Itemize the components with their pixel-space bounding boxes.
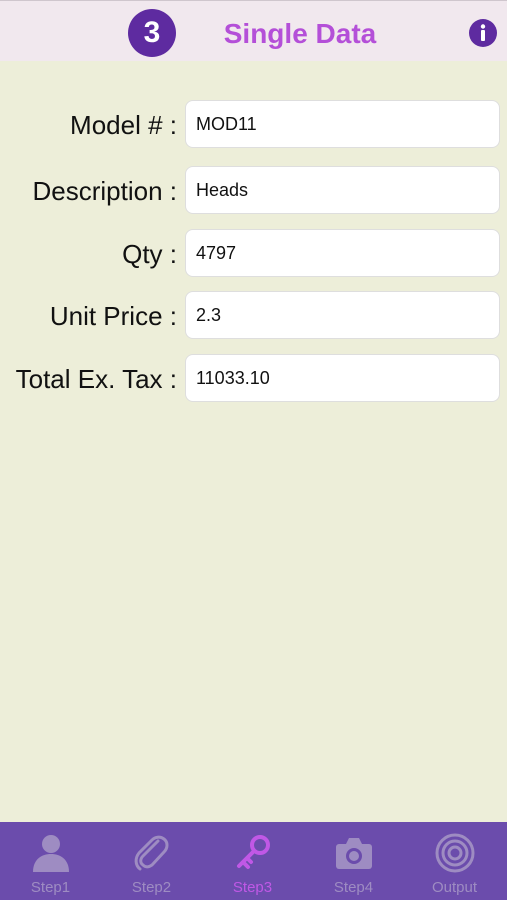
target-icon <box>435 833 475 873</box>
qty-label: Qty : <box>122 239 177 269</box>
total-ex-tax-label: Total Ex. Tax : <box>15 364 177 394</box>
qty-row: Qty : <box>0 229 507 279</box>
tab-step1-label: Step1 <box>30 879 71 896</box>
key-icon <box>237 835 270 869</box>
tab-step1[interactable]: Step1 <box>0 822 101 900</box>
unit-price-row: Unit Price : <box>0 291 507 341</box>
total-ex-tax-input[interactable] <box>185 354 500 402</box>
page-title: Single Data <box>223 18 377 49</box>
unit-price-label: Unit Price : <box>49 301 177 331</box>
tab-bar: Step1 Step2 Step3 Step4 Output <box>0 822 507 900</box>
paperclip-icon <box>134 835 169 871</box>
tab-step3[interactable]: Step3 <box>202 822 303 900</box>
qty-input[interactable] <box>185 229 500 277</box>
tab-step4[interactable]: Step4 <box>303 822 404 900</box>
tab-output-label: Output <box>431 879 478 896</box>
description-row: Description : <box>0 166 507 216</box>
description-input[interactable] <box>185 166 500 214</box>
tab-step3-label: Step3 <box>232 879 273 896</box>
person-icon <box>33 835 69 872</box>
tab-step4-label: Step4 <box>333 879 374 896</box>
header-bar: 3 Single Data <box>0 0 507 61</box>
total-ex-tax-row: Total Ex. Tax : <box>0 354 507 404</box>
unit-price-input[interactable] <box>185 291 500 339</box>
model-label: Model # : <box>70 110 177 140</box>
description-label: Description : <box>32 176 178 206</box>
model-row: Model # : <box>0 100 507 150</box>
model-input[interactable] <box>185 100 500 148</box>
tab-step2-label: Step2 <box>131 879 172 896</box>
tab-step2[interactable]: Step2 <box>101 822 202 900</box>
step-number-badge: 3 <box>128 9 176 57</box>
info-icon[interactable] <box>469 19 497 47</box>
tab-output[interactable]: Output <box>404 822 505 900</box>
camera-icon <box>336 838 372 869</box>
